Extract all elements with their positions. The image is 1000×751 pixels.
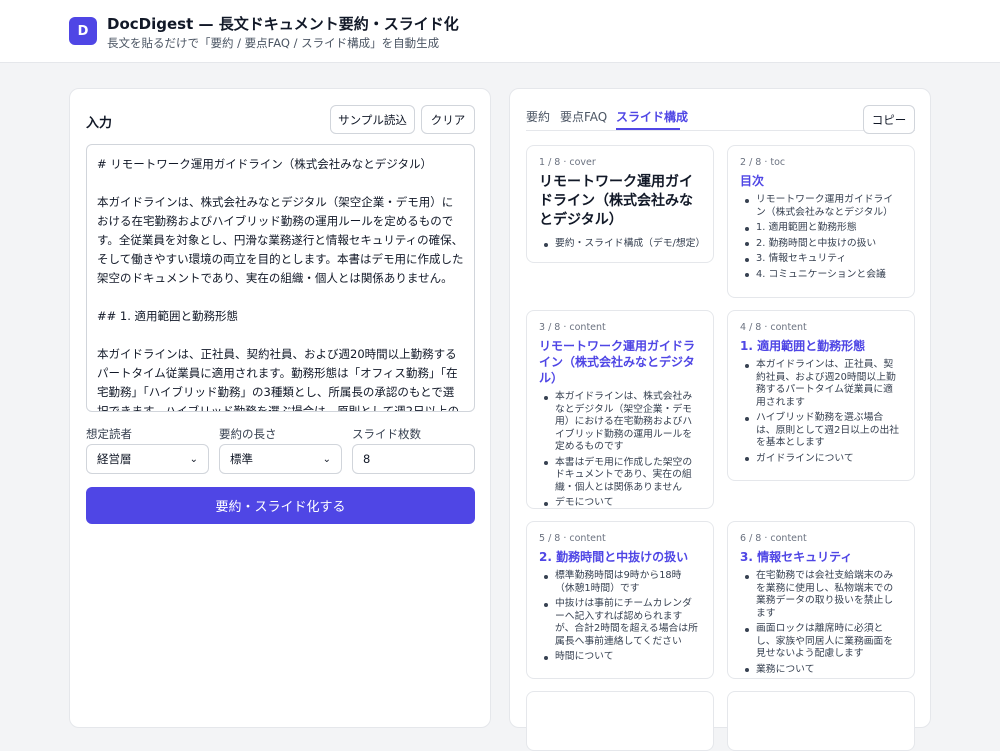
chevron-down-icon: ⌄ <box>322 453 331 465</box>
clear-button[interactable]: クリア <box>421 105 475 134</box>
slide-bullets: 要約・スライド構成（デモ/想定） <box>539 238 705 251</box>
slide-bullet: リモートワーク運用ガイドライン（株式会社みなとデジタル） <box>740 194 902 219</box>
slide-bullet: 要約・スライド構成（デモ/想定） <box>539 238 705 251</box>
app-title: DocDigest — 長文ドキュメント要約・スライド化 <box>107 15 459 33</box>
slide-meta: 4 / 8 · content <box>740 322 807 333</box>
slide-bullet: ガイドラインについて <box>740 453 902 466</box>
app-header: D DocDigest — 長文ドキュメント要約・スライド化 長文を貼るだけで「… <box>0 0 1000 63</box>
slide-bullets: 本ガイドラインは、正社員、契約社員、および週20時間以上勤務するパートタイム従業… <box>740 359 902 465</box>
slide-title: 1. 適用範囲と勤務形態 <box>740 339 866 353</box>
tab-summary[interactable]: 要約 <box>526 108 550 125</box>
slide-title: リモートワーク運用ガイドライン（株式会社みなとデジタル） <box>539 339 696 385</box>
slide-card: 6 / 8 · content 3. 情報セキュリティ 在宅勤務では会社支給端末… <box>727 521 915 679</box>
slide-bullet: 本書はデモ用に作成した架空のドキュメントであり、実在の組織・個人とは関係ありませ… <box>539 457 701 495</box>
slide-bullet: 時間について <box>539 651 701 664</box>
slide-meta: 3 / 8 · content <box>539 322 606 333</box>
active-tab-indicator <box>616 128 680 130</box>
slide-card <box>526 691 714 751</box>
slide-card: 1 / 8 · cover リモートワーク運用ガイドライン（株式会社みなとデジタ… <box>526 145 714 263</box>
document-textarea[interactable]: # リモートワーク運用ガイドライン（株式会社みなとデジタル） 本ガイドラインは、… <box>86 144 475 412</box>
slide-bullets: 在宅勤務では会社支給端末のみを業務に使用し、私物端末での業務データの取り扱いを禁… <box>740 570 902 676</box>
slide-bullet: デモについて <box>539 497 701 510</box>
slide-count-input[interactable]: 8 <box>352 444 475 474</box>
slide-count-value: 8 <box>363 452 371 466</box>
slide-bullets: 標準勤務時間は9時から18時（休憩1時間）です 中抜けは事前にチームカレンダーへ… <box>539 570 701 664</box>
slide-card <box>727 691 915 751</box>
slide-bullet: 本ガイドラインは、正社員、契約社員、および週20時間以上勤務するパートタイム従業… <box>740 359 902 409</box>
slide-bullet: 4. コミュニケーションと会議 <box>740 269 902 282</box>
slide-bullet: 2. 勤務時間と中抜けの扱い <box>740 238 902 251</box>
load-sample-button[interactable]: サンプル読込 <box>330 105 415 134</box>
slide-title: 3. 情報セキュリティ <box>740 550 853 564</box>
app-logo: D <box>69 17 97 45</box>
slide-bullet: 3. 情報セキュリティ <box>740 253 902 266</box>
slide-card: 4 / 8 · content 1. 適用範囲と勤務形態 本ガイドラインは、正社… <box>727 310 915 481</box>
slide-meta: 2 / 8 · toc <box>740 157 786 168</box>
audience-value: 経営層 <box>97 452 132 466</box>
tab-slides[interactable]: スライド構成 <box>616 108 688 125</box>
slide-title: 目次 <box>740 174 765 188</box>
app-subtitle: 長文を貼るだけで「要約 / 要点FAQ / スライド構成」を自動生成 <box>107 36 440 50</box>
tab-divider <box>526 130 915 131</box>
slide-bullet: 1. 適用範囲と勤務形態 <box>740 222 902 235</box>
summarize-button[interactable]: 要約・スライド化する <box>86 487 475 524</box>
slide-meta: 6 / 8 · content <box>740 533 807 544</box>
slide-bullet: 画面ロックは離席時に必須とし、家族や同居人に業務画面を見せないよう配慮します <box>740 623 902 661</box>
slide-count-label: スライド枚数 <box>352 427 421 441</box>
slide-title: リモートワーク運用ガイドライン（株式会社みなとデジタル） <box>539 174 693 228</box>
slide-bullet: 標準勤務時間は9時から18時（休憩1時間）です <box>539 570 701 595</box>
slide-bullet: 業務について <box>740 664 902 677</box>
summary-length-select[interactable]: 標準 ⌄ <box>219 444 342 474</box>
chevron-down-icon: ⌄ <box>189 453 198 465</box>
slide-title: 2. 勤務時間と中抜けの扱い <box>539 550 689 564</box>
audience-label: 想定読者 <box>86 427 132 441</box>
summary-length-label: 要約の長さ <box>219 427 277 441</box>
slide-bullet: 本ガイドラインは、株式会社みなとデジタル（架空企業・デモ用）における在宅勤務およ… <box>539 391 701 454</box>
summary-length-value: 標準 <box>230 452 253 466</box>
slide-card: 5 / 8 · content 2. 勤務時間と中抜けの扱い 標準勤務時間は9時… <box>526 521 714 679</box>
slide-bullet: 在宅勤務では会社支給端末のみを業務に使用し、私物端末での業務データの取り扱いを禁… <box>740 570 902 620</box>
slide-bullet: 中抜けは事前にチームカレンダーへ記入すれば認められますが、合計2時間を超える場合… <box>539 598 701 648</box>
output-panel: 要約 要点FAQ スライド構成 コピー 1 / 8 · cover リモートワー… <box>509 88 931 751</box>
slide-card: 2 / 8 · toc 目次 リモートワーク運用ガイドライン（株式会社みなとデジ… <box>727 145 915 298</box>
tab-faq[interactable]: 要点FAQ <box>560 108 607 125</box>
slide-meta: 1 / 8 · cover <box>539 157 596 168</box>
slide-card: 3 / 8 · content リモートワーク運用ガイドライン（株式会社みなとデ… <box>526 310 714 509</box>
slide-bullets: リモートワーク運用ガイドライン（株式会社みなとデジタル） 1. 適用範囲と勤務形… <box>740 194 902 281</box>
slide-bullet: ハイブリッド勤務を選ぶ場合は、原則として週2日以上の出社を基本とします <box>740 412 902 450</box>
audience-select[interactable]: 経営層 ⌄ <box>86 444 209 474</box>
input-title: 入力 <box>86 116 113 131</box>
input-panel: 入力 サンプル読込 クリア # リモートワーク運用ガイドライン（株式会社みなとデ… <box>69 88 491 728</box>
copy-button[interactable]: コピー <box>863 105 915 134</box>
slide-meta: 5 / 8 · content <box>539 533 606 544</box>
slide-bullets: 本ガイドラインは、株式会社みなとデジタル（架空企業・デモ用）における在宅勤務およ… <box>539 391 701 510</box>
